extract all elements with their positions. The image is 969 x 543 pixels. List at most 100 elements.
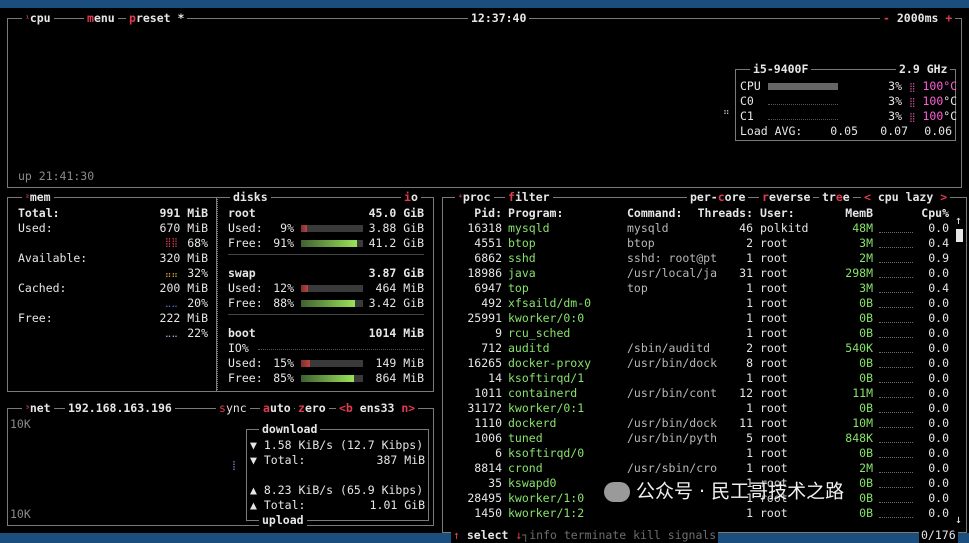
interval-control[interactable]: - 2000ms + bbox=[880, 11, 956, 26]
header-cpu[interactable]: Cpu% bbox=[917, 206, 949, 221]
cell-user: root bbox=[760, 461, 788, 475]
table-row[interactable]: 18986 java/usr/local/ja 31 root 298M 0.0 bbox=[443, 266, 966, 281]
cell-cpu-graph bbox=[879, 225, 913, 233]
cell-mem: 3M bbox=[859, 236, 873, 250]
header-pid[interactable]: Pid: bbox=[465, 206, 502, 221]
table-row[interactable]: 1450 kworker/1:2 1 root 0B 0.0 bbox=[443, 506, 966, 521]
header-mem[interactable]: MemB bbox=[837, 206, 873, 221]
cell-program: containerd bbox=[508, 386, 578, 400]
cell-cpu: 0.0 bbox=[928, 386, 949, 400]
table-row[interactable]: 16265 docker-proxy/usr/bin/dock 8 root 0B 0.0 bbox=[443, 356, 966, 371]
cell-program: crond bbox=[508, 461, 543, 475]
cpu-info-box: i5-9400F 2.9 GHz CPU 3% ⣿ 100°C C0 3% ⣿ 10… bbox=[735, 62, 958, 141]
disks-io-toggle[interactable]: io bbox=[401, 190, 421, 205]
cell-mem: 0B bbox=[859, 311, 873, 325]
core1-label: C1 bbox=[740, 109, 754, 123]
disk-root-used-label: Used: bbox=[228, 221, 263, 235]
table-row[interactable]: 31172 kworker/0:1 1 root 0B 0.0 bbox=[443, 401, 966, 416]
cell-pid: 1011 bbox=[474, 386, 502, 400]
cell-pid: 6 bbox=[495, 446, 502, 460]
table-row[interactable]: 25991 kworker/0:0 1 root 0B 0.0 bbox=[443, 311, 966, 326]
iface-prev-button[interactable]: <b bbox=[339, 401, 353, 415]
process-table-header: Pid: Program: Command: Threads: User: Me… bbox=[443, 206, 966, 221]
header-program[interactable]: Program: bbox=[508, 206, 563, 221]
load-1m: 0.05 bbox=[830, 124, 858, 138]
table-row[interactable]: 712 auditd/sbin/auditd 2 root 540K 0.0 bbox=[443, 341, 966, 356]
table-row[interactable]: 14 ksoftirqd/1 1 root 0B 0.0 bbox=[443, 371, 966, 386]
cell-program: xfsaild/dm-0 bbox=[508, 296, 592, 310]
info-button[interactable]: info bbox=[529, 528, 557, 542]
table-row[interactable]: 1006 tuned/usr/bin/pyth 5 root 848K 0.0 bbox=[443, 431, 966, 446]
table-row[interactable]: 1110 dockerd/usr/bin/dock 11 root 10M 0.0 bbox=[443, 416, 966, 431]
table-row[interactable]: 16318 mysqld mysqld 46 polkitd 48M 0.0 bbox=[443, 221, 966, 236]
cell-pid: 6862 bbox=[474, 251, 502, 265]
net-zero-toggle[interactable]: zero bbox=[295, 401, 329, 416]
cell-mem: 11M bbox=[852, 386, 873, 400]
cpu-mini-graph: ⣤ bbox=[723, 105, 730, 115]
upload-rate-row: ▲ 8.23 KiB/s (65.9 Kibps) bbox=[250, 483, 425, 498]
table-row[interactable]: 9 rcu_sched 1 root 0B 0.0 bbox=[443, 326, 966, 341]
mem-title[interactable]: ²mem bbox=[22, 190, 54, 205]
mem-total-row: Total: 991 MiB bbox=[18, 206, 208, 221]
cell-cpu-graph bbox=[879, 270, 913, 278]
interval-increase-button[interactable]: + bbox=[945, 11, 952, 25]
clock: 12:37:40 bbox=[468, 11, 530, 26]
menu-button[interactable]: menu bbox=[84, 11, 118, 26]
upload-title: upload bbox=[259, 513, 307, 528]
table-row[interactable]: 6862 sshd sshd: root@pt 1 root 2M 0.9 bbox=[443, 251, 966, 266]
kill-button[interactable]: kill bbox=[633, 528, 661, 542]
net-sync-toggle[interactable]: sync bbox=[216, 401, 250, 416]
core1-row: C1 3% ⣿ 100°C bbox=[740, 109, 957, 124]
upload-arrow-icon: ▲ bbox=[250, 483, 257, 497]
cell-command: top bbox=[627, 281, 648, 295]
scroll-down-button[interactable]: ↓ bbox=[955, 512, 962, 527]
scroll-up-button[interactable]: ↑ bbox=[955, 213, 962, 228]
cell-mem: 0B bbox=[859, 326, 873, 340]
mem-cached-pct-row: ⣀⣀ 20% bbox=[18, 296, 208, 311]
download-title: download bbox=[259, 422, 321, 437]
cpu-title[interactable]: ¹cpu bbox=[22, 11, 54, 26]
table-row[interactable]: 6 ksoftirqd/0 1 root 0B 0.0 bbox=[443, 446, 966, 461]
load-avg-label: Load AVG: bbox=[740, 124, 803, 138]
disk-root-used-value: 3.88 GiB bbox=[368, 221, 424, 235]
cell-user: root bbox=[760, 296, 788, 310]
net-title[interactable]: ³net bbox=[22, 401, 54, 416]
cell-user: root bbox=[760, 236, 788, 250]
terminate-button[interactable]: terminate bbox=[564, 528, 626, 542]
signals-button[interactable]: signals bbox=[668, 528, 716, 542]
header-command[interactable]: Command: bbox=[627, 206, 682, 221]
disks-title[interactable]: disks bbox=[230, 190, 271, 205]
table-row[interactable]: 1011 containerd/usr/bin/cont 12 root 11M 0.0 bbox=[443, 386, 966, 401]
net-iface-selector[interactable]: <b ens33 n> bbox=[336, 401, 419, 416]
select-label[interactable]: select bbox=[467, 528, 509, 542]
header-user[interactable]: User: bbox=[760, 206, 795, 221]
select-up-icon[interactable]: ↑ bbox=[453, 528, 460, 542]
mem-cached-graph: ⣀⣀ bbox=[164, 298, 178, 308]
cell-user: root bbox=[760, 281, 788, 295]
cell-cpu: 0.0 bbox=[928, 371, 949, 385]
cell-cpu: 0.0 bbox=[928, 491, 949, 505]
cell-cpu: 0.0 bbox=[928, 296, 949, 310]
disk-root-used: Used: 9% 3.88 GiB bbox=[228, 221, 424, 236]
cell-cpu: 0.0 bbox=[928, 446, 949, 460]
cell-cpu: 0.0 bbox=[928, 416, 949, 430]
table-row[interactable]: 8814 crond/usr/sbin/cro 1 root 2M 0.0 bbox=[443, 461, 966, 476]
cell-program: tuned bbox=[508, 431, 543, 445]
table-row[interactable]: 492 xfsaild/dm-0 1 root 0B 0.0 bbox=[443, 296, 966, 311]
disk-swap-used-value: 464 MiB bbox=[375, 281, 424, 295]
cell-cpu-graph bbox=[879, 345, 913, 353]
iface-next-button[interactable]: n> bbox=[401, 401, 415, 415]
table-row[interactable]: 6947 top top 1 root 3M 0.4 bbox=[443, 281, 966, 296]
net-auto-toggle[interactable]: auto bbox=[260, 401, 294, 416]
core0-temp-unit: °C bbox=[943, 94, 958, 108]
cell-mem: 848K bbox=[845, 431, 873, 445]
uptime: up 21:41:30 bbox=[18, 169, 95, 183]
header-threads[interactable]: Threads: bbox=[697, 206, 753, 221]
disk-boot-name: boot bbox=[228, 326, 256, 340]
interval-decrease-button[interactable]: - bbox=[883, 11, 890, 25]
disk-boot-free-value: 864 MiB bbox=[375, 371, 424, 385]
scrollbar-thumb[interactable] bbox=[956, 229, 963, 242]
table-row[interactable]: 4551 btop btop 2 root 3M 0.4 bbox=[443, 236, 966, 251]
cpu-total-row: CPU 3% ⣿ 100°C bbox=[740, 79, 957, 94]
preset-button[interactable]: preset * bbox=[126, 11, 188, 26]
